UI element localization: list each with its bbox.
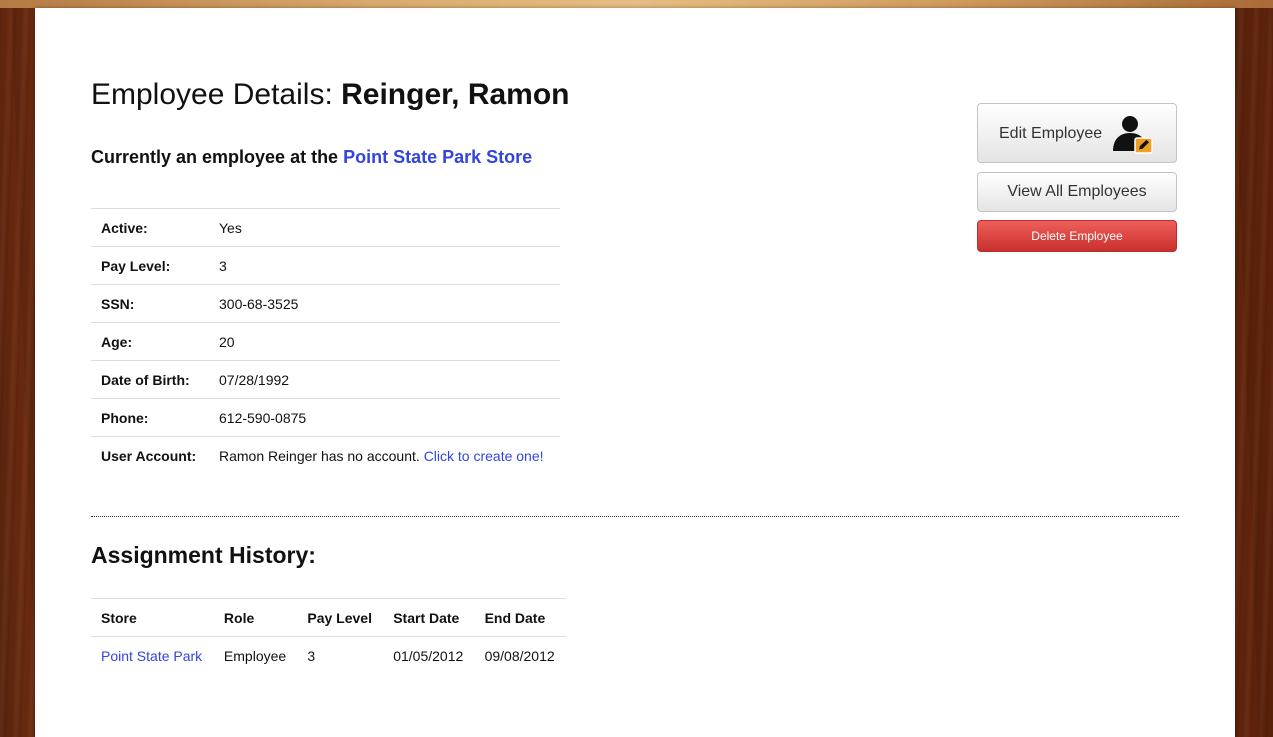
- wood-background-top: [0, 0, 1273, 8]
- delete-employee-button[interactable]: Delete Employee: [977, 220, 1177, 252]
- table-header-row: Store Role Pay Level Start Date End Date: [91, 598, 566, 637]
- detail-value: Ramon Reinger has no account. Click to c…: [209, 436, 560, 474]
- assignment-history-title: Assignment History:: [91, 542, 316, 568]
- edit-employee-label: Edit Employee: [999, 125, 1103, 142]
- user-account-status: Ramon Reinger has no account.: [219, 447, 420, 464]
- detail-row-age: Age: 20: [91, 322, 560, 361]
- detail-value: 300-68-3525: [209, 284, 560, 323]
- detail-label: Age:: [91, 322, 209, 361]
- history-end-date-cell: 09/08/2012: [474, 636, 566, 675]
- column-header-store: Store: [91, 598, 214, 637]
- column-header-role: Role: [213, 598, 298, 637]
- detail-label: User Account:: [91, 436, 209, 474]
- detail-row-user-account: User Account: Ramon Reinger has no accou…: [91, 436, 560, 474]
- detail-value: Yes: [209, 208, 560, 247]
- page-title-prefix: Employee Details:: [91, 78, 333, 111]
- employee-name: Reinger, Ramon: [341, 78, 570, 111]
- detail-value: 20: [209, 322, 560, 361]
- employee-details-table: Active: Yes Pay Level: 3 SSN: 300-68-352…: [91, 208, 560, 474]
- history-start-date-cell: 01/05/2012: [383, 636, 475, 675]
- detail-label: Date of Birth:: [91, 360, 209, 399]
- detail-row-active: Active: Yes: [91, 208, 560, 247]
- main-content-panel: Employee Details: Reinger, Ramon Current…: [35, 8, 1235, 737]
- detail-value: 07/28/1992: [209, 360, 560, 399]
- history-store-link[interactable]: Point State Park: [101, 648, 202, 664]
- history-pay-level-cell: 3: [297, 636, 384, 675]
- detail-label: Pay Level:: [91, 246, 209, 285]
- history-store-cell: Point State Park: [91, 636, 214, 675]
- detail-row-pay-level: Pay Level: 3: [91, 246, 560, 285]
- section-divider: [91, 516, 1179, 517]
- edit-user-icon: [1113, 116, 1153, 154]
- edit-employee-button[interactable]: Edit Employee: [977, 103, 1177, 163]
- detail-label: SSN:: [91, 284, 209, 323]
- detail-label: Active:: [91, 208, 209, 247]
- current-store-line: Currently an employee at the Point State…: [91, 147, 532, 168]
- current-store-prefix: Currently an employee at the: [91, 147, 339, 167]
- table-row: Point State Park Employee 3 01/05/2012 0…: [91, 636, 566, 675]
- detail-row-ssn: SSN: 300-68-3525: [91, 284, 560, 323]
- detail-value: 612-590-0875: [209, 398, 560, 437]
- detail-row-phone: Phone: 612-590-0875: [91, 398, 560, 437]
- current-store-link[interactable]: Point State Park Store: [343, 147, 532, 167]
- detail-label: Phone:: [91, 398, 209, 437]
- column-header-start-date: Start Date: [383, 598, 475, 637]
- column-header-pay-level: Pay Level: [297, 598, 384, 637]
- view-all-employees-button[interactable]: View All Employees: [977, 172, 1177, 212]
- detail-row-date-of-birth: Date of Birth: 07/28/1992: [91, 360, 560, 399]
- create-account-link[interactable]: Click to create one!: [424, 448, 544, 464]
- page-title: Employee Details: Reinger, Ramon: [91, 78, 570, 112]
- detail-value: 3: [209, 246, 560, 285]
- history-role-cell: Employee: [213, 636, 298, 675]
- assignment-history-table: Store Role Pay Level Start Date End Date…: [91, 598, 566, 675]
- column-header-end-date: End Date: [474, 598, 566, 637]
